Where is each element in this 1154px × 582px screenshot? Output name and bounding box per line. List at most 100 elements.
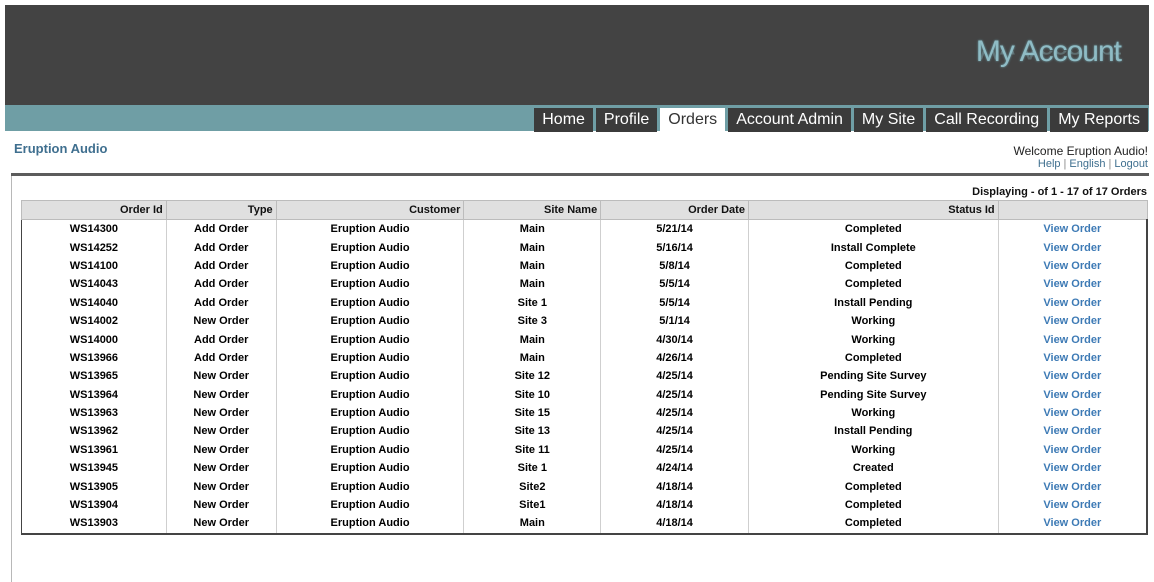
order-id-cell: WS14002 — [21, 311, 167, 331]
view-order-link[interactable]: View Order — [997, 495, 1148, 515]
customer-cell: Eruption Audio — [275, 238, 464, 257]
col-header-order-id[interactable]: Order Id — [21, 200, 167, 220]
link-english[interactable]: English — [1069, 158, 1105, 170]
order-date-cell: 4/25/14 — [600, 403, 749, 423]
site-name-cell: Site 3 — [463, 311, 601, 331]
orders-table-body: WS14300 Add Order Eruption Audio Main 5/21/1… — [21, 219, 1148, 535]
customer-cell: Eruption Audio — [275, 422, 464, 441]
customer-cell: Eruption Audio — [275, 403, 464, 423]
customer-cell: Eruption Audio — [275, 385, 464, 404]
col-header-order-date[interactable]: Order Date — [600, 200, 749, 220]
col-header-customer[interactable]: Customer — [275, 200, 465, 220]
table-row: WS14100 Add Order Eruption Audio Main 5/8/14… — [21, 256, 1148, 276]
type-cell: Add Order — [165, 256, 277, 276]
customer-cell: Eruption Audio — [275, 311, 464, 331]
order-date-cell: 4/18/14 — [600, 514, 749, 535]
status-cell: Completed — [747, 348, 999, 368]
site-name-cell: Site 13 — [463, 422, 601, 441]
order-date-cell: 4/25/14 — [600, 440, 749, 460]
order-id-cell: WS13905 — [21, 477, 167, 496]
view-order-link[interactable]: View Order — [997, 293, 1148, 312]
tab-call-recording[interactable]: Call Recording — [926, 108, 1048, 132]
type-cell: New Order — [165, 367, 277, 386]
type-cell: Add Order — [165, 293, 277, 312]
view-order-link[interactable]: View Order — [997, 311, 1148, 331]
site-name-cell: Site 15 — [463, 403, 601, 423]
table-row: WS13965 New Order Eruption Audio Site 12 4/2… — [21, 367, 1148, 386]
order-id-cell: WS13945 — [21, 459, 167, 478]
type-cell: Add Order — [165, 275, 277, 294]
col-header-status-id[interactable]: Status Id — [747, 200, 999, 220]
type-cell: Add Order — [165, 330, 277, 349]
site-name-cell: Main — [463, 330, 601, 349]
status-cell: Working — [747, 403, 999, 423]
col-header-site-name[interactable]: Site Name — [463, 200, 602, 220]
tab-my-site[interactable]: My Site — [853, 108, 924, 132]
order-date-cell: 5/16/14 — [600, 238, 749, 257]
order-date-cell: 4/24/14 — [600, 459, 749, 478]
site-name-cell: Main — [463, 219, 601, 239]
type-cell: New Order — [165, 477, 277, 496]
tab-profile[interactable]: Profile — [595, 108, 658, 132]
order-id-cell: WS13904 — [21, 495, 167, 515]
order-id-cell: WS14043 — [21, 275, 167, 294]
order-date-cell: 4/25/14 — [600, 422, 749, 441]
welcome-message: Welcome Eruption Audio! — [1013, 144, 1148, 158]
tab-my-reports[interactable]: My Reports — [1050, 108, 1148, 132]
customer-cell: Eruption Audio — [275, 440, 464, 460]
view-order-link[interactable]: View Order — [997, 440, 1148, 460]
brand-logo-reflection: My Account — [976, 51, 1121, 65]
status-cell: Completed — [747, 477, 999, 496]
status-cell: Completed — [747, 275, 999, 294]
order-id-cell: WS13903 — [21, 514, 167, 535]
order-id-cell: WS13966 — [21, 348, 167, 368]
link-help[interactable]: Help — [1038, 158, 1061, 170]
table-row: WS13945 New Order Eruption Audio Site 1 4/24… — [21, 459, 1148, 478]
order-date-cell: 4/18/14 — [600, 495, 749, 515]
view-order-link[interactable]: View Order — [997, 275, 1148, 294]
status-cell: Working — [747, 330, 999, 349]
view-order-link[interactable]: View Order — [997, 238, 1148, 257]
table-row: WS14002 New Order Eruption Audio Site 3 5/1/… — [21, 311, 1148, 331]
col-header-type[interactable]: Type — [165, 200, 277, 220]
order-id-cell: WS13961 — [21, 440, 167, 460]
site-name-cell: Main — [463, 514, 601, 535]
tab-home[interactable]: Home — [534, 108, 593, 132]
customer-cell: Eruption Audio — [275, 514, 464, 535]
site-name-cell: Site 1 — [463, 293, 601, 312]
view-order-link[interactable]: View Order — [997, 330, 1148, 349]
tab-account-admin[interactable]: Account Admin — [728, 108, 851, 132]
view-order-link[interactable]: View Order — [997, 385, 1148, 404]
status-cell: Completed — [747, 495, 999, 515]
view-order-link[interactable]: View Order — [997, 348, 1148, 368]
site-name-cell: Main — [463, 256, 601, 276]
type-cell: New Order — [165, 385, 277, 404]
customer-cell: Eruption Audio — [275, 477, 464, 496]
tab-orders[interactable]: Orders — [660, 108, 726, 132]
customer-cell: Eruption Audio — [275, 256, 464, 276]
view-order-link[interactable]: View Order — [997, 219, 1148, 239]
table-row: WS14043 Add Order Eruption Audio Main 5/5/14… — [21, 275, 1148, 294]
type-cell: New Order — [165, 403, 277, 423]
order-date-cell: 4/18/14 — [600, 477, 749, 496]
order-date-cell: 5/8/14 — [600, 256, 749, 276]
table-row: WS14252 Add Order Eruption Audio Main 5/16/1… — [21, 238, 1148, 257]
view-order-link[interactable]: View Order — [997, 403, 1148, 423]
order-date-cell: 5/1/14 — [600, 311, 749, 331]
status-cell: Pending Site Survey — [747, 385, 999, 404]
utility-links: Help | English | Logout — [1038, 158, 1148, 170]
table-row: WS13904 New Order Eruption Audio Site1 4/18/… — [21, 495, 1148, 515]
view-order-link[interactable]: View Order — [997, 256, 1148, 276]
type-cell: New Order — [165, 422, 277, 441]
table-row: WS14000 Add Order Eruption Audio Main 4/30/1… — [21, 330, 1148, 349]
link-logout[interactable]: Logout — [1114, 158, 1148, 170]
table-header-row: Order Id Type Customer Site Name Order D… — [21, 200, 1148, 220]
table-row: WS13962 New Order Eruption Audio Site 13 4/2… — [21, 422, 1148, 441]
view-order-link[interactable]: View Order — [997, 514, 1148, 535]
customer-cell: Eruption Audio — [275, 219, 464, 239]
view-order-link[interactable]: View Order — [997, 422, 1148, 441]
view-order-link[interactable]: View Order — [997, 367, 1148, 386]
view-order-link[interactable]: View Order — [997, 459, 1148, 478]
view-order-link[interactable]: View Order — [997, 477, 1148, 496]
order-date-cell: 5/5/14 — [600, 275, 749, 294]
